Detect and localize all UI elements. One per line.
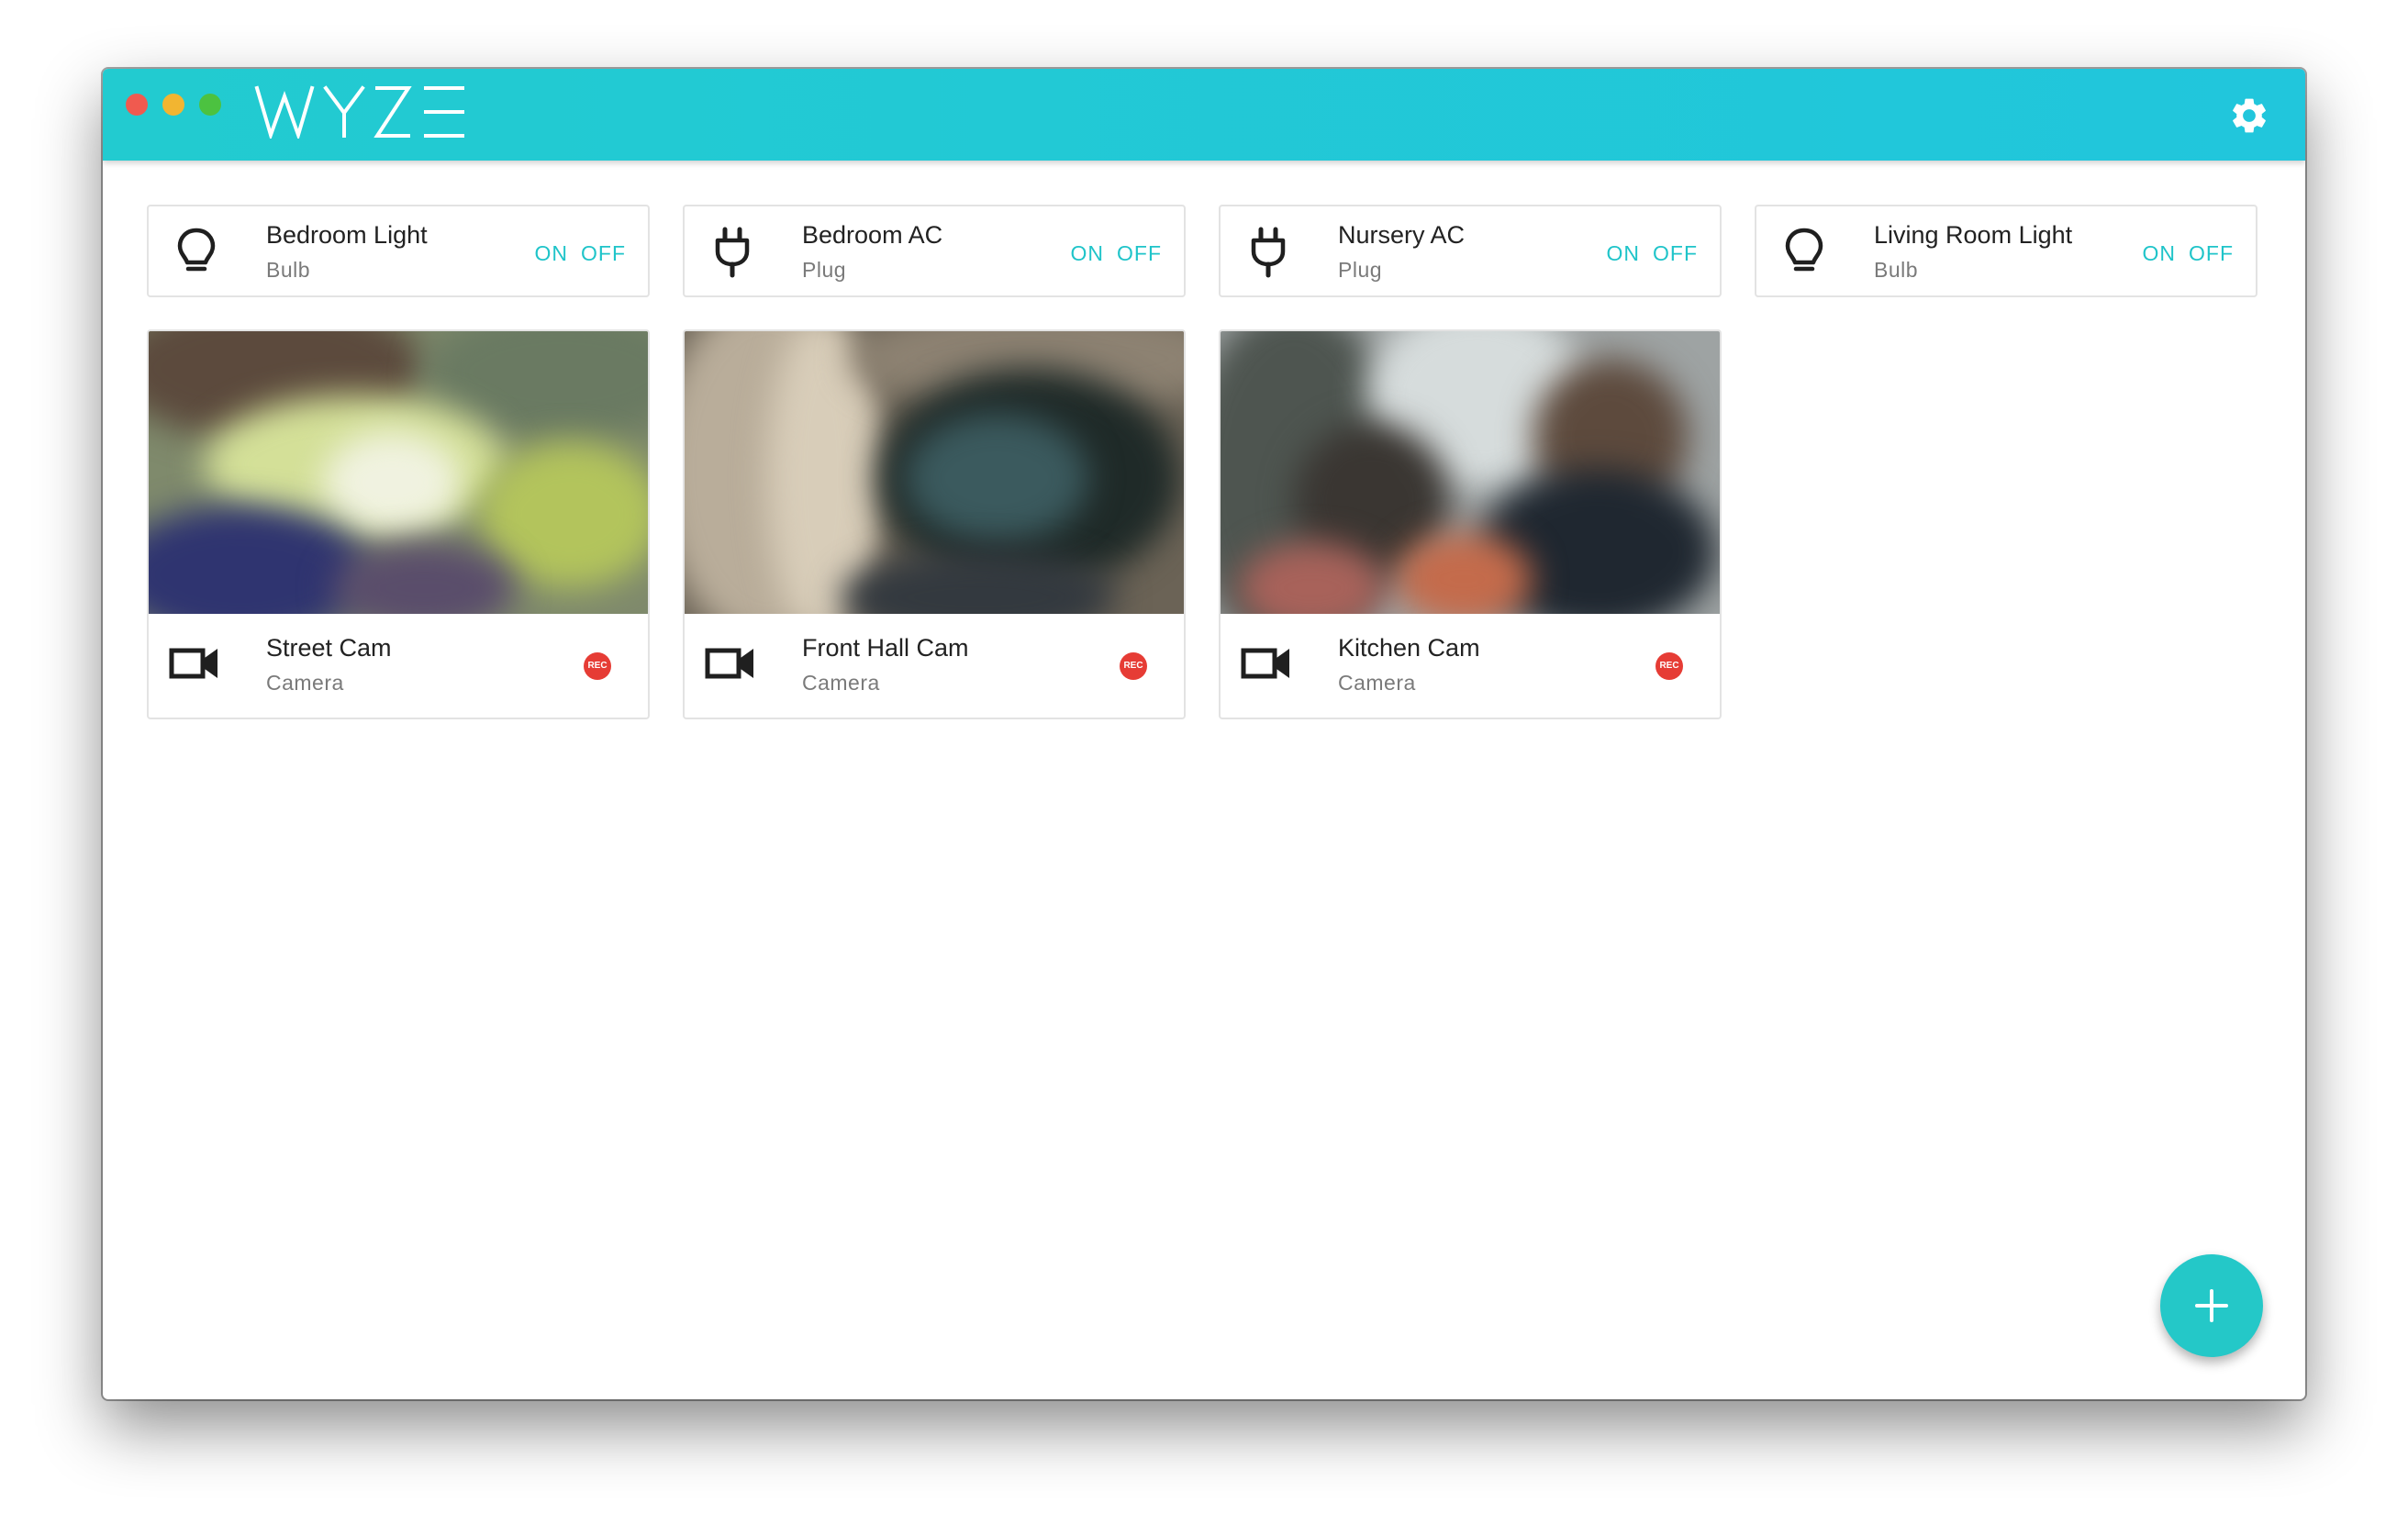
device-card[interactable]: Nursery AC Plug ON OFF — [1219, 205, 1722, 297]
lightbulb-icon — [177, 228, 216, 272]
off-button[interactable]: OFF — [581, 241, 626, 266]
plug-icon — [1251, 227, 1286, 278]
camera-thumbnail[interactable] — [1221, 331, 1720, 614]
device-type: Plug — [802, 258, 847, 282]
record-button[interactable]: REC — [584, 652, 611, 680]
wyze-logo — [254, 85, 464, 139]
on-button[interactable]: ON — [535, 241, 569, 266]
camera-card[interactable]: Kitchen Cam Camera REC — [1219, 329, 1722, 719]
record-button[interactable]: REC — [1120, 652, 1147, 680]
device-type: Bulb — [1874, 258, 1919, 282]
camera-card[interactable]: Front Hall Cam Camera REC — [683, 329, 1186, 719]
device-name: Living Room Light — [1874, 221, 2073, 249]
window-minimize-button[interactable] — [162, 94, 184, 116]
on-button[interactable]: ON — [1607, 241, 1641, 266]
camera-thumbnail[interactable] — [685, 331, 1184, 614]
videocam-icon — [1241, 648, 1289, 679]
device-card[interactable]: Bedroom Light Bulb ON OFF — [147, 205, 650, 297]
camera-name: Front Hall Cam — [802, 634, 969, 662]
camera-name: Street Cam — [266, 634, 392, 662]
camera-type: Camera — [1338, 671, 1416, 695]
settings-button[interactable] — [2228, 95, 2270, 137]
videocam-icon — [705, 648, 753, 679]
device-name: Nursery AC — [1338, 221, 1466, 249]
camera-card[interactable]: Street Cam Camera REC — [147, 329, 650, 719]
off-button[interactable]: OFF — [1653, 241, 1698, 266]
device-card[interactable]: Living Room Light Bulb ON OFF — [1755, 205, 2258, 297]
off-button[interactable]: OFF — [2189, 241, 2234, 266]
device-type: Bulb — [266, 258, 311, 282]
device-name: Bedroom Light — [266, 221, 428, 249]
window-maximize-button[interactable] — [199, 94, 221, 116]
device-type: Plug — [1338, 258, 1383, 282]
videocam-icon — [169, 648, 217, 679]
app-window: Bedroom Light Bulb ON OFF Bedroom AC Plu… — [103, 69, 2305, 1399]
off-button[interactable]: OFF — [1117, 241, 1162, 266]
lightbulb-icon — [1785, 228, 1823, 272]
camera-name: Kitchen Cam — [1338, 634, 1480, 662]
plus-icon — [2195, 1289, 2228, 1322]
window-close-button[interactable] — [126, 94, 148, 116]
camera-type: Camera — [266, 671, 344, 695]
camera-type: Camera — [802, 671, 880, 695]
camera-thumbnail[interactable] — [149, 331, 648, 614]
device-grid: Bedroom Light Bulb ON OFF Bedroom AC Plu… — [103, 161, 2305, 1399]
plug-icon — [715, 227, 750, 278]
device-name: Bedroom AC — [802, 221, 943, 249]
record-button[interactable]: REC — [1656, 652, 1683, 680]
app-header — [103, 69, 2305, 161]
on-button[interactable]: ON — [1071, 241, 1105, 266]
add-device-button[interactable] — [2160, 1254, 2263, 1357]
on-button[interactable]: ON — [2143, 241, 2177, 266]
gear-icon — [2233, 98, 2266, 133]
device-card[interactable]: Bedroom AC Plug ON OFF — [683, 205, 1186, 297]
